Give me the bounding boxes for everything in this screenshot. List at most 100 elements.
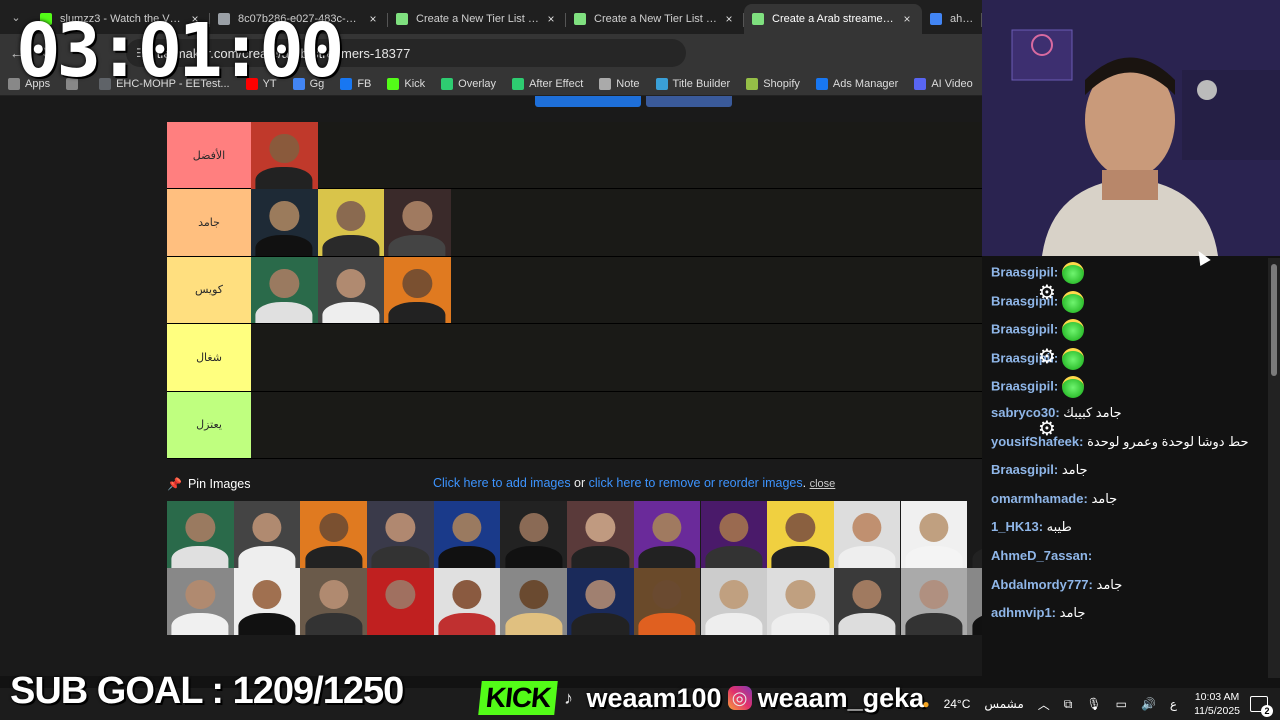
tier-image[interactable] <box>233 568 301 635</box>
bookmark-label: Overlay <box>458 77 497 90</box>
bookmark-item[interactable]: Note <box>599 77 640 90</box>
close-icon[interactable]: × <box>544 12 558 26</box>
tier-row[interactable]: يعتزل <box>167 391 982 459</box>
tier-image[interactable] <box>300 501 367 568</box>
tier-image[interactable] <box>500 501 567 568</box>
chat-username[interactable]: Abdalmordy777: <box>991 577 1093 592</box>
tier-image[interactable] <box>367 568 434 635</box>
chat-text: جامد كبيبك <box>1063 405 1122 420</box>
tier-row[interactable]: شغال <box>167 324 982 392</box>
weather-text[interactable]: مشمس <box>984 697 1023 711</box>
tier-image[interactable] <box>300 568 367 635</box>
tier-image[interactable] <box>251 122 318 189</box>
scrollbar-thumb[interactable] <box>1271 264 1277 376</box>
body-shape <box>255 234 313 256</box>
close-icon[interactable]: × <box>366 12 380 26</box>
tier-label[interactable]: الأفضل <box>167 122 251 189</box>
tier-image[interactable] <box>767 501 834 568</box>
tier-items[interactable] <box>251 256 451 324</box>
chat-username[interactable]: adhmvip1: <box>991 605 1056 620</box>
chat-username[interactable]: 1_HK13: <box>991 519 1043 534</box>
chat-username[interactable]: AhmeD_7assan: <box>991 548 1092 563</box>
tier-image[interactable] <box>967 568 982 635</box>
tier-row[interactable]: جامد <box>167 189 982 257</box>
bookmark-item[interactable]: FB <box>340 77 371 90</box>
tier-image[interactable] <box>967 501 982 568</box>
chat-username[interactable]: omarmhamade: <box>991 491 1088 506</box>
image-pool <box>167 501 982 635</box>
tier-image[interactable] <box>767 568 834 635</box>
face-shape <box>185 512 215 543</box>
download-button-partial[interactable] <box>646 96 732 107</box>
bookmark-item[interactable]: Ads Manager <box>815 77 898 90</box>
tier-label[interactable]: شغال <box>167 324 251 391</box>
tier-image[interactable] <box>833 501 901 568</box>
tier-image[interactable] <box>500 568 567 635</box>
tier-items[interactable] <box>251 122 318 189</box>
tier-image[interactable] <box>633 501 701 568</box>
bookmark-item[interactable]: Title Builder <box>655 77 730 90</box>
chat-username[interactable]: Braasgipil: <box>991 462 1058 477</box>
notification-icon[interactable]: 2 <box>1250 696 1273 717</box>
remove-reorder-link[interactable]: click here to remove or reorder images <box>589 476 803 490</box>
close-link[interactable]: close <box>810 478 836 490</box>
save-button-partial[interactable] <box>535 96 641 107</box>
kick-logo: KICK <box>478 681 559 715</box>
tier-label[interactable]: كويس <box>167 256 251 324</box>
chat-username[interactable]: Braasgipil: <box>991 264 1058 279</box>
tier-image[interactable] <box>433 501 501 568</box>
close-icon[interactable]: × <box>900 12 914 26</box>
tier-image[interactable] <box>567 501 634 568</box>
tier-image[interactable] <box>900 568 968 635</box>
tier-image[interactable] <box>167 568 234 635</box>
tier-image[interactable] <box>833 568 901 635</box>
network-icon[interactable]: ⧉ <box>1064 697 1073 712</box>
weather-icon[interactable]: ● <box>922 697 929 711</box>
chat-username[interactable]: Braasgipil: <box>991 379 1058 394</box>
browser-tab[interactable]: Create a New Tier List - Tie × <box>388 4 566 34</box>
battery-icon[interactable]: ▭ <box>1116 697 1127 711</box>
browser-tab[interactable]: Create a New Tier List - Tie × <box>566 4 744 34</box>
language-indicator[interactable]: ع <box>1170 697 1177 711</box>
tier-image[interactable] <box>633 568 701 635</box>
tier-row[interactable]: كويس <box>167 256 982 325</box>
tier-image[interactable] <box>384 189 451 256</box>
tier-image[interactable] <box>567 568 634 635</box>
clock[interactable]: 10:03 AM 11/5/2025 <box>1194 690 1240 718</box>
microphone-icon[interactable]: 🎙 <box>1086 697 1101 711</box>
chat-username[interactable]: Braasgipil: <box>991 322 1058 337</box>
tier-image[interactable] <box>317 256 384 324</box>
browser-tab[interactable]: Create a Arab streamers Ti × <box>744 4 922 34</box>
pin-images-label[interactable]: Pin Images <box>188 477 251 491</box>
bookmark-item[interactable]: Kick <box>387 77 425 90</box>
face-shape <box>252 579 282 610</box>
tier-image[interactable] <box>167 501 234 568</box>
page-scrollbar[interactable] <box>1268 258 1280 678</box>
tier-label[interactable]: يعتزل <box>167 391 251 458</box>
bookmark-label: Shopify <box>763 77 800 90</box>
tier-image[interactable] <box>251 189 318 256</box>
tier-image[interactable] <box>900 501 968 568</box>
weather-temp[interactable]: 24°C <box>944 697 971 711</box>
browser-tab[interactable]: ahmeds <box>922 4 982 34</box>
tier-image[interactable] <box>233 501 301 568</box>
tier-image[interactable] <box>700 568 767 635</box>
volume-icon[interactable]: 🔊 <box>1141 697 1156 711</box>
bookmark-item[interactable]: After Effect <box>512 77 583 90</box>
tier-image[interactable] <box>700 501 767 568</box>
close-icon[interactable]: × <box>722 12 736 26</box>
bookmark-item[interactable]: AI Video <box>914 77 973 90</box>
tier-image[interactable] <box>251 256 318 324</box>
add-images-link[interactable]: Click here to add images <box>433 476 571 490</box>
tier-image[interactable] <box>367 501 434 568</box>
face-shape <box>252 512 282 543</box>
tier-image[interactable] <box>384 256 451 324</box>
tier-label[interactable]: جامد <box>167 189 251 256</box>
tier-row[interactable]: الأفضل <box>167 122 982 190</box>
chevron-up-icon[interactable]: ︿ <box>1038 696 1050 713</box>
tier-image[interactable] <box>317 189 384 256</box>
tier-image[interactable] <box>433 568 501 635</box>
bookmark-item[interactable]: Overlay <box>441 77 497 90</box>
tier-items[interactable] <box>251 189 451 256</box>
bookmark-item[interactable]: Shopify <box>746 77 800 90</box>
